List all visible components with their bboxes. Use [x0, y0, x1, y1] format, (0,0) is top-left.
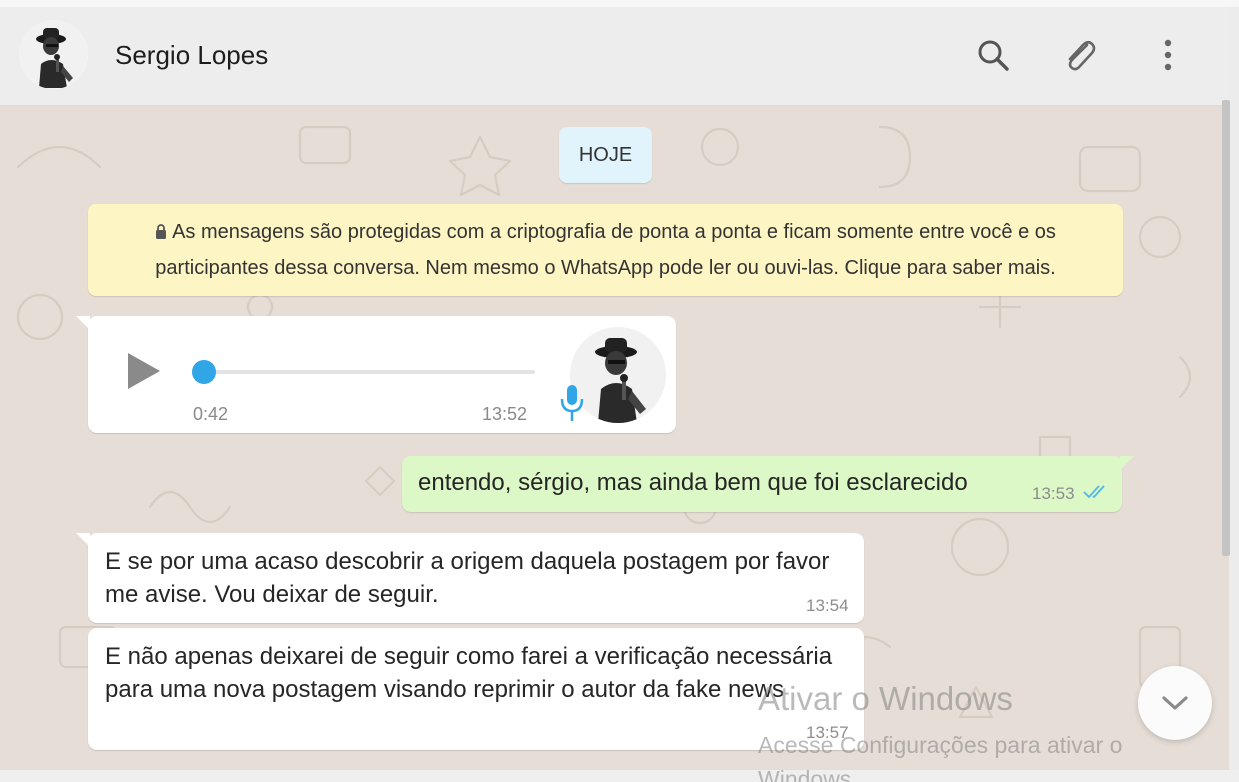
chat-header: Sergio Lopes: [0, 7, 1229, 106]
outgoing-message: entendo, sérgio, mas ainda bem que foi e…: [402, 456, 1134, 512]
lock-icon: [156, 224, 167, 239]
windows-activation-title: Ativar o Windows: [758, 680, 1013, 717]
bubble-tail: [76, 316, 90, 330]
search-icon[interactable]: [973, 35, 1013, 75]
paperclip-icon[interactable]: [1060, 35, 1100, 75]
voice-duration: 0:42: [193, 404, 229, 424]
message-text: entendo, sérgio, mas ainda bem que foi e…: [418, 469, 968, 496]
chevron-down-icon: [1162, 696, 1188, 710]
more-vertical-icon[interactable]: [1148, 35, 1188, 75]
voice-progress-track[interactable]: [201, 370, 535, 374]
incoming-message: E se por uma acaso descobrir a origem da…: [76, 533, 864, 623]
message-time: 13:53: [1032, 484, 1075, 503]
bubble-tail: [1120, 456, 1134, 470]
voice-progress-knob[interactable]: [192, 360, 216, 384]
encryption-notice-text: As mensagens são protegidas com a cripto…: [155, 221, 1056, 279]
bubble-tail: [76, 533, 90, 547]
message-time: 13:54: [806, 596, 849, 615]
voice-timestamp: 13:52: [482, 404, 528, 424]
encryption-notice[interactable]: As mensagens são protegidas com a cripto…: [88, 204, 1123, 296]
incoming-message: E não apenas deixarei de seguir como far…: [88, 628, 864, 750]
message-text: E se por uma acaso descobrir a origem da…: [105, 548, 830, 608]
contact-avatar[interactable]: [19, 20, 88, 89]
message-text: E não apenas deixarei de seguir como far…: [105, 643, 833, 703]
window-top-edge: [0, 0, 1239, 7]
play-icon[interactable]: [126, 351, 162, 391]
scroll-to-bottom-button[interactable]: [1138, 666, 1212, 740]
microphone-icon: [560, 385, 584, 421]
double-check-icon: [1083, 485, 1105, 499]
windows-activation-subtitle: Acesse Configurações para ativar o Windo…: [758, 732, 1123, 782]
contact-name[interactable]: Sergio Lopes: [115, 40, 268, 71]
scrollbar-track[interactable]: [1229, 7, 1239, 782]
date-divider: HOJE: [559, 127, 652, 183]
scrollbar-thumb[interactable]: [1222, 100, 1230, 556]
chat-panel[interactable]: HOJE As mensagens são protegidas com a c…: [0, 107, 1229, 770]
voice-message-bubble: 0:42 13:52: [76, 316, 676, 433]
